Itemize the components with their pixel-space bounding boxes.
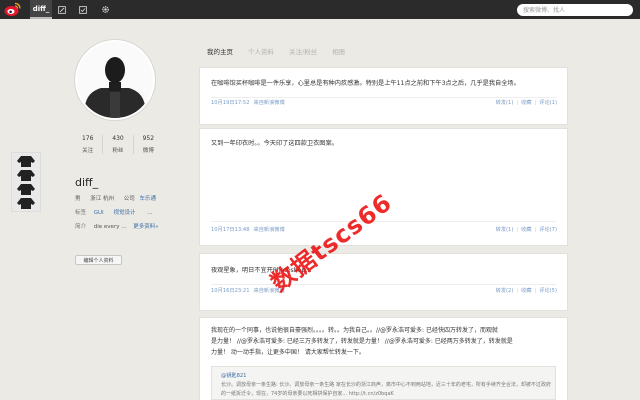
- search-input[interactable]: [517, 4, 633, 16]
- post-text-line: 是力量！ //@罗永浩可爱多: 已经三万多转发了，转发就是力量！ //@罗永浩可…: [211, 338, 513, 345]
- profile-tabs: 我的主页 个人资料 关注/粉丝 相册: [207, 46, 360, 56]
- edit-profile-button[interactable]: 编辑个人资料: [75, 255, 122, 265]
- tag-link[interactable]: GUI: [94, 210, 104, 216]
- profile-stats: 176 关注 430 粉丝 952 微博: [73, 135, 163, 154]
- post-image-thumbnail[interactable]: [11, 152, 41, 212]
- followers-stat[interactable]: 430 粉丝: [103, 135, 134, 154]
- tab-profile-info[interactable]: 个人资料: [248, 46, 274, 56]
- post-divider: [211, 97, 556, 98]
- quote-author-link[interactable]: @钥匙821: [221, 372, 246, 379]
- favorite-link[interactable]: 收藏: [521, 288, 531, 294]
- post-text: 我现在的一个同事，也说他很自豪强烈。。。。转。。为我自己。。//@罗永浩可爱多:…: [211, 325, 559, 358]
- feed-post: 在咖啡馆买杯咖啡是一件乐享，心里总是有种内疚感激。特别是上午11点之前和下午3点…: [200, 68, 567, 124]
- nav-username-tab[interactable]: diff_: [30, 0, 52, 19]
- feed-post: 又到一年印衣时。。今天印了这四款卫衣图案。 10月17日13:48 来自新浪微博 …: [200, 129, 567, 245]
- favorite-link[interactable]: 收藏: [521, 227, 531, 233]
- post-divider: [211, 284, 556, 285]
- following-label: 关注: [82, 148, 94, 154]
- company-label: 公司: [123, 196, 135, 202]
- post-text-line: 我现在的一个同事，也说他很自豪强烈。。。。转。。为我自己。。//@罗永浩可爱多:…: [211, 327, 498, 334]
- comment-link[interactable]: 评论(1): [539, 100, 557, 106]
- post-meta: 10月19日17:52 来自新浪微博: [211, 99, 285, 106]
- gender: 男: [75, 196, 81, 202]
- forward-link[interactable]: 转发(1): [496, 227, 514, 233]
- edit-icon[interactable]: [52, 0, 72, 19]
- followers-label: 粉丝: [112, 148, 124, 154]
- profile-basic-info: 男 浙江 杭州 公司 车乐通: [75, 194, 156, 202]
- location: 浙江 杭州: [90, 196, 115, 202]
- posts-label: 微博: [142, 148, 154, 154]
- bio-text: die every ...: [93, 224, 127, 230]
- top-bar: diff_: [0, 0, 640, 19]
- company-link[interactable]: 车乐通: [140, 196, 157, 202]
- forward-link[interactable]: 转发(1): [496, 100, 514, 106]
- quoted-post: @钥匙821 长沙。调放母亲一条生路: 长沙。调放母亲一条生路 家在长沙的浙江商…: [211, 366, 556, 400]
- post-actions: 转发(2) | 收藏 | 评论(5): [495, 288, 557, 294]
- post-meta: 10月17日13:48 来自新浪微博: [211, 226, 285, 233]
- bookmark-icon[interactable]: [73, 0, 93, 19]
- post-actions: 转发(1) | 收藏 | 评论(1): [495, 100, 557, 106]
- favorite-link[interactable]: 收藏: [521, 100, 531, 106]
- tab-follow[interactable]: 关注/粉丝: [289, 46, 317, 56]
- feed-post: 夜观星象，明日不宜开Photoshop... 10月16日23:21 来自新浪微博…: [200, 254, 567, 310]
- post-text: 又到一年印衣时。。今天印了这四款卫衣图案。: [211, 140, 338, 147]
- tab-my-home[interactable]: 我的主页: [207, 46, 233, 56]
- weibo-logo-icon[interactable]: [4, 2, 21, 17]
- post-text-line: 力量！ 动一动手指，让更多中国！ 请大家帮忙转发一下。: [211, 349, 365, 356]
- bio-label: 简介: [75, 224, 87, 230]
- post-time-link[interactable]: 10月19日17:52: [211, 100, 250, 106]
- forward-link[interactable]: 转发(2): [496, 288, 514, 294]
- profile-name: diff_: [75, 176, 99, 189]
- post-source-link[interactable]: 来自新浪微博: [254, 227, 285, 233]
- tab-album[interactable]: 相册: [332, 46, 345, 56]
- posts-stat[interactable]: 952 微博: [134, 135, 163, 154]
- profile-bio: 简介 die every ... 更多资料»: [75, 222, 159, 230]
- tags-label: 标签: [75, 210, 87, 216]
- comment-link[interactable]: 评论(5): [539, 288, 557, 294]
- post-divider: [211, 221, 556, 222]
- post-actions: 转发(1) | 收藏 | 评论(7): [495, 227, 557, 233]
- quote-text: 长沙。调放母亲一条生路: 长沙。调放母亲一条生路 家在长沙的浙江商声，离市中心不…: [221, 382, 551, 397]
- post-meta: 10月16日23:21 来自新浪微博: [211, 287, 285, 294]
- following-stat[interactable]: 176 关注: [73, 135, 104, 154]
- post-source-link[interactable]: 来自新浪微博: [254, 100, 285, 106]
- posts-count: 952: [142, 135, 155, 142]
- tags-ellipsis: ...: [147, 210, 153, 216]
- gear-icon[interactable]: [95, 0, 115, 19]
- following-count: 176: [81, 135, 94, 142]
- avatar[interactable]: [75, 40, 155, 120]
- post-time-link[interactable]: 10月17日13:48: [211, 227, 250, 233]
- tag-link[interactable]: 视觉设计: [113, 210, 135, 216]
- comment-link[interactable]: 评论(7): [539, 227, 557, 233]
- more-info-link[interactable]: 更多资料»: [133, 224, 158, 230]
- profile-tags: 标签 GUI 视觉设计 ...: [75, 208, 152, 216]
- followers-count: 430: [112, 135, 124, 142]
- post-time-link[interactable]: 10月16日23:21: [211, 288, 250, 294]
- post-text: 在咖啡馆买杯咖啡是一件乐享，心里总是有种内疚感激。特别是上午11点之前和下午3点…: [211, 80, 520, 87]
